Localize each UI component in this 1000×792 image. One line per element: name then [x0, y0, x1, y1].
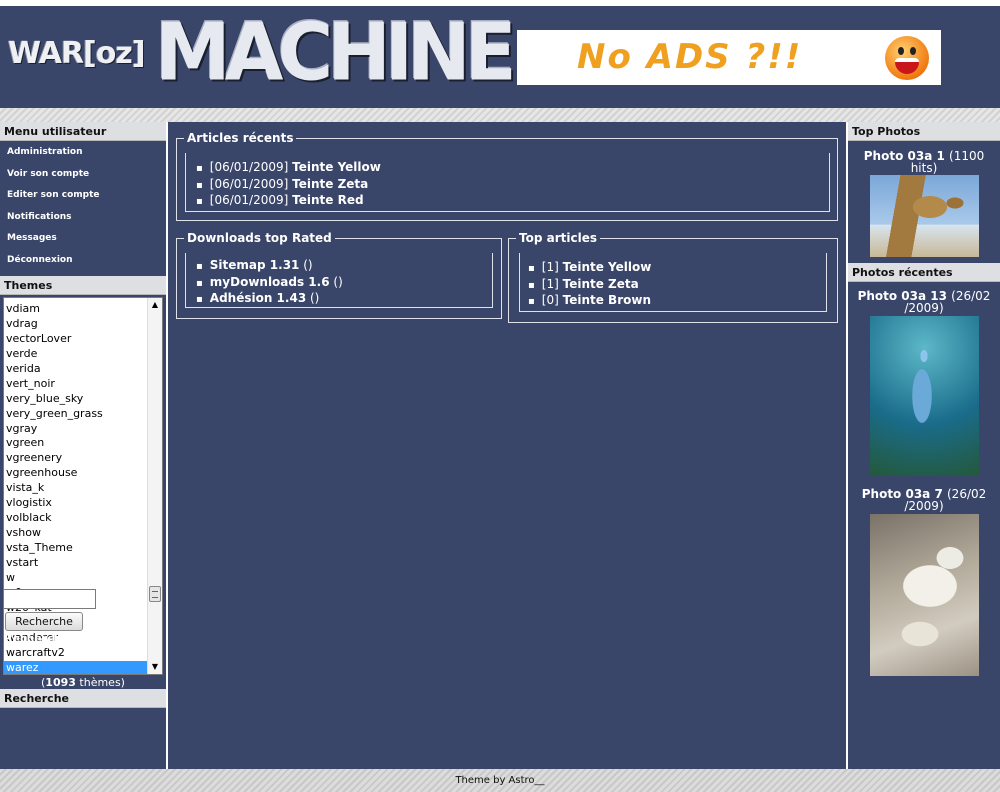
top-articles-list-box: [1] Teinte Yellow [1] Teinte Zeta [0] Te… — [519, 253, 827, 312]
logo-machine[interactable]: MACHINE — [155, 7, 517, 96]
list-item[interactable]: [06/01/2009] Teinte Red — [196, 193, 829, 210]
recent-articles-block: Articles récents [06/01/2009] Teinte Yel… — [176, 131, 838, 221]
recent-photos-title: Photos récentes — [848, 263, 1000, 282]
top-articles-block: Top articles [1] Teinte Yellow [1] Teint… — [508, 231, 838, 323]
search-button[interactable]: Recherche — [5, 612, 83, 631]
downloads-top-rated-title: Downloads top Rated — [187, 231, 332, 245]
theme-option[interactable]: warez — [4, 660, 162, 674]
theme-option[interactable]: warcraftv2 — [4, 646, 162, 661]
theme-option[interactable]: vgray — [4, 422, 162, 437]
top-photos-title: Top Photos — [848, 122, 1000, 141]
theme-list-scrollbar[interactable]: ▲ ▼ — [147, 298, 162, 674]
theme-count: (1093 thèmes) — [41, 676, 125, 689]
theme-option[interactable]: vshow — [4, 526, 162, 541]
header-divider — [0, 108, 1000, 122]
themes-title: Themes — [0, 276, 166, 295]
menu-item-logout[interactable]: Déconnexion — [0, 250, 166, 272]
theme-option[interactable]: w — [4, 571, 162, 586]
list-item[interactable]: [0] Teinte Brown — [528, 293, 826, 310]
top-photo-caption[interactable]: Photo 03a 1 (1100 hits) — [848, 150, 1000, 174]
recent-articles-list-box: [06/01/2009] Teinte Yellow [06/01/2009] … — [185, 153, 830, 212]
footer: Theme by Astro__ — [0, 769, 1000, 792]
theme-option[interactable]: vsta_Theme — [4, 541, 162, 556]
theme-option[interactable]: volblack — [4, 511, 162, 526]
footer-credit[interactable]: Theme by Astro__ — [455, 775, 544, 786]
menu-item-administration[interactable]: Administration — [0, 142, 166, 164]
scroll-up-icon[interactable]: ▲ — [148, 298, 162, 312]
theme-option[interactable]: vdiam — [4, 302, 162, 317]
theme-option[interactable]: verida — [4, 362, 162, 377]
theme-option[interactable]: vista_k — [4, 481, 162, 496]
main-content: Articles récents [06/01/2009] Teinte Yel… — [168, 122, 846, 769]
list-item[interactable]: [06/01/2009] Teinte Yellow — [196, 160, 829, 177]
menu-item-edit-account[interactable]: Editer son compte — [0, 185, 166, 207]
search-title: Recherche — [0, 689, 166, 708]
theme-option[interactable]: verde — [4, 347, 162, 362]
downloads-list: Sitemap 1.31 () myDownloads 1.6 () Adhés… — [186, 253, 492, 308]
dolphin-photo[interactable] — [870, 316, 979, 476]
right-sidebar: Top Photos Photo 03a 1 (1100 hits) Photo… — [848, 122, 1000, 769]
menu-item-notifications[interactable]: Notifications — [0, 207, 166, 229]
theme-option[interactable]: vlogistix — [4, 496, 162, 511]
list-item[interactable]: [06/01/2009] Teinte Zeta — [196, 177, 829, 194]
list-item[interactable]: Sitemap 1.31 () — [196, 258, 492, 275]
banner-text: No ADS ?!! — [577, 37, 803, 77]
list-item[interactable]: myDownloads 1.6 () — [196, 275, 492, 292]
user-menu-title: Menu utilisateur — [0, 122, 166, 141]
site-header: WAR[oz] MACHINE No ADS ?!! — [0, 6, 1000, 108]
menu-item-view-account[interactable]: Voir son compte — [0, 164, 166, 186]
menu-item-messages[interactable]: Messages — [0, 228, 166, 250]
list-item[interactable]: Adhésion 1.43 () — [196, 291, 492, 308]
theme-option[interactable]: vdrag — [4, 317, 162, 332]
list-item[interactable]: [1] Teinte Zeta — [528, 277, 826, 294]
downloads-list-box: Sitemap 1.31 () myDownloads 1.6 () Adhés… — [185, 253, 493, 308]
top-articles-title: Top articles — [519, 231, 597, 245]
scroll-thumb[interactable] — [149, 586, 161, 602]
recent-articles-list: [06/01/2009] Teinte Yellow [06/01/2009] … — [186, 153, 829, 210]
theme-option[interactable]: vgreenery — [4, 451, 162, 466]
recent-articles-title: Articles récents — [187, 131, 294, 145]
theme-option[interactable]: vgreenhouse — [4, 466, 162, 481]
theme-option[interactable]: vert_noir — [4, 377, 162, 392]
advanced-search-link[interactable]: Recherche avancée — [4, 632, 124, 645]
logo-waroz[interactable]: WAR[oz] — [8, 34, 146, 74]
scroll-down-icon[interactable]: ▼ — [148, 660, 162, 674]
recent-photo-caption[interactable]: Photo 03a 13 (26/02 /2009) — [848, 290, 1000, 314]
theme-option[interactable]: very_green_grass — [4, 407, 162, 422]
left-sidebar: Menu utilisateur Administration Voir son… — [0, 122, 166, 769]
theme-option[interactable]: vectorLover — [4, 332, 162, 347]
search-input[interactable] — [3, 589, 96, 609]
user-menu: Administration Voir son compte Editer so… — [0, 141, 166, 271]
list-item[interactable]: [1] Teinte Yellow — [528, 260, 826, 277]
recent-photo-caption[interactable]: Photo 03a 7 (26/02 /2009) — [848, 488, 1000, 512]
top-articles-list: [1] Teinte Yellow [1] Teinte Zeta [0] Te… — [520, 253, 826, 310]
downloads-top-rated-block: Downloads top Rated Sitemap 1.31 () myDo… — [176, 231, 502, 319]
theme-option[interactable]: very_blue_sky — [4, 392, 162, 407]
shocked-smiley-icon — [885, 36, 929, 80]
theme-count-number: 1093 — [45, 676, 76, 689]
theme-option[interactable]: vgreen — [4, 436, 162, 451]
theme-option[interactable]: vstart — [4, 556, 162, 571]
ad-banner[interactable]: No ADS ?!! — [517, 30, 941, 85]
camel-photo[interactable] — [870, 175, 979, 257]
polar-bear-photo[interactable] — [870, 514, 979, 676]
